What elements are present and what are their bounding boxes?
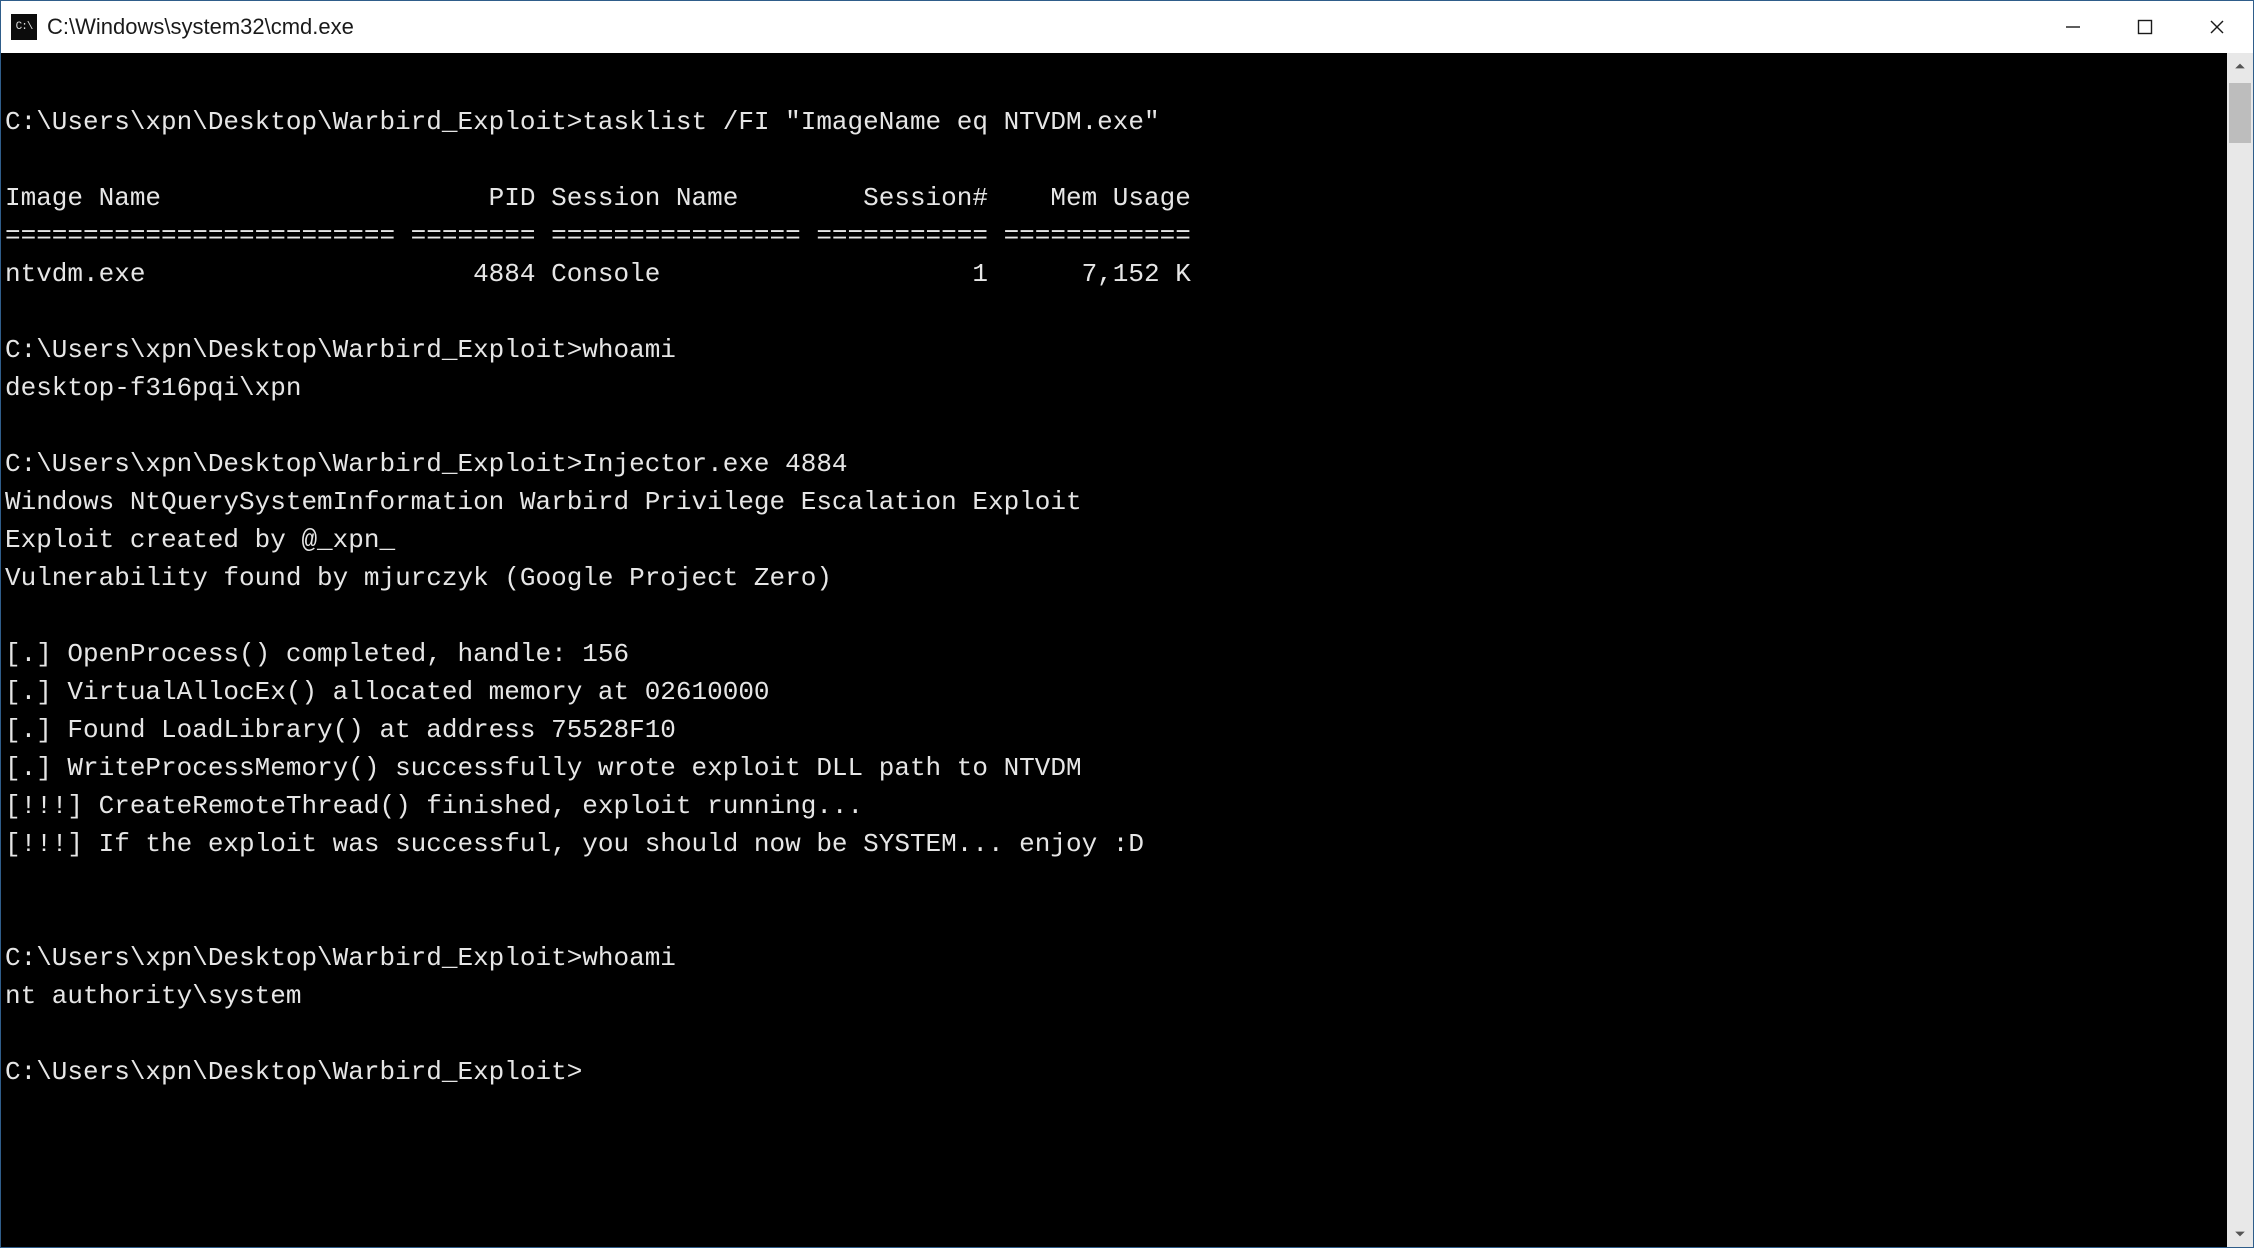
cmd-icon: C:\: [11, 14, 37, 40]
vertical-scrollbar[interactable]: [2227, 53, 2253, 1247]
chevron-up-icon: [2234, 60, 2246, 72]
maximize-button[interactable]: [2109, 1, 2181, 53]
scroll-thumb[interactable]: [2229, 83, 2251, 143]
cmd-window: C:\ C:\Windows\system32\cmd.exe C:\Users…: [0, 0, 2254, 1248]
scroll-up-button[interactable]: [2227, 53, 2253, 79]
minimize-button[interactable]: [2037, 1, 2109, 53]
close-button[interactable]: [2181, 1, 2253, 53]
chevron-down-icon: [2234, 1228, 2246, 1240]
close-icon: [2208, 18, 2226, 36]
console-area: C:\Users\xpn\Desktop\Warbird_Exploit>tas…: [1, 53, 2253, 1247]
console-output[interactable]: C:\Users\xpn\Desktop\Warbird_Exploit>tas…: [1, 53, 2227, 1247]
minimize-icon: [2064, 18, 2082, 36]
window-title: C:\Windows\system32\cmd.exe: [47, 14, 354, 40]
scroll-down-button[interactable]: [2227, 1221, 2253, 1247]
maximize-icon: [2136, 18, 2154, 36]
titlebar[interactable]: C:\ C:\Windows\system32\cmd.exe: [1, 1, 2253, 53]
